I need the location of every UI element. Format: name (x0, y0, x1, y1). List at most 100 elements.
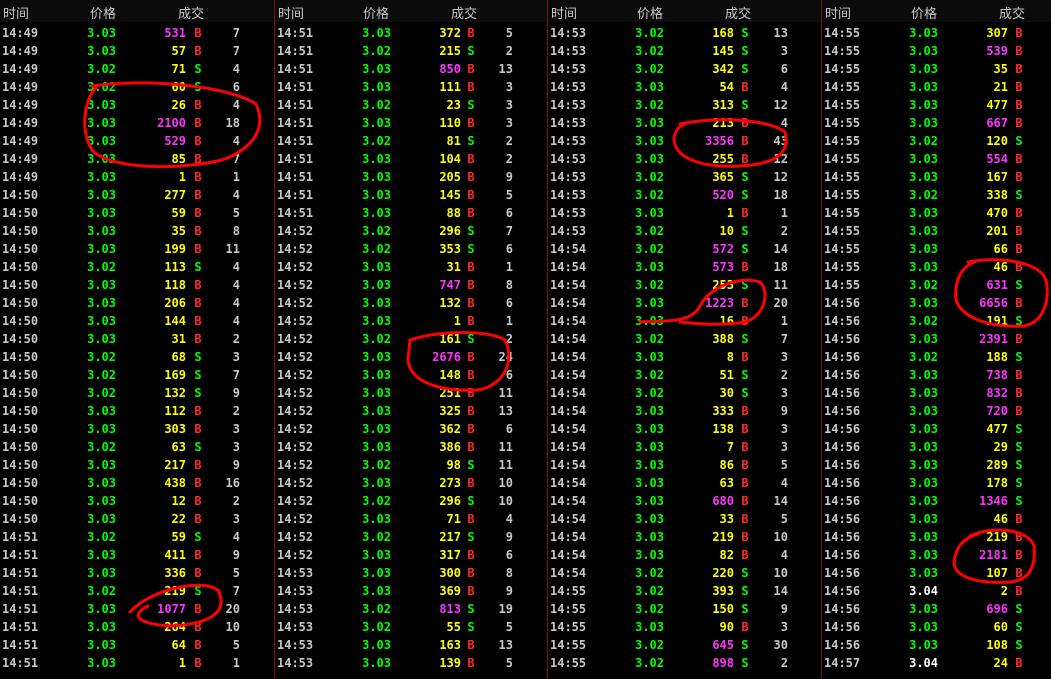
tick-row[interactable]: 14:52 3.03 71 B 4 (275, 510, 547, 528)
tick-row[interactable]: 14:52 3.03 1 B 1 (275, 312, 547, 330)
tick-row[interactable]: 14:49 3.03 2100 B 18 (0, 114, 274, 132)
tick-row[interactable]: 14:51 3.03 88 B 6 (275, 204, 547, 222)
tick-row[interactable]: 14:54 3.03 82 B 4 (548, 546, 821, 564)
tick-row[interactable]: 14:50 3.03 112 B 2 (0, 402, 274, 420)
tick-row[interactable]: 14:50 3.03 22 B 3 (0, 510, 274, 528)
tick-row[interactable]: 14:50 3.03 144 B 4 (0, 312, 274, 330)
tick-row[interactable]: 14:52 3.02 296 S 7 (275, 222, 547, 240)
tick-row[interactable]: 14:50 3.03 199 B 11 (0, 240, 274, 258)
tick-row[interactable]: 14:50 3.03 59 B 5 (0, 204, 274, 222)
tick-row[interactable]: 14:52 3.03 362 B 6 (275, 420, 547, 438)
tick-row[interactable]: 14:55 3.03 46 B 1 (822, 258, 1051, 276)
tick-row[interactable]: 14:53 3.02 520 S 18 (548, 186, 821, 204)
tick-row[interactable]: 14:56 3.03 178 S 1 (822, 474, 1051, 492)
tick-row[interactable]: 14:56 3.03 832 B 1 (822, 384, 1051, 402)
tick-row[interactable]: 14:54 3.02 388 S 7 (548, 330, 821, 348)
tick-row[interactable]: 14:54 3.03 219 B 10 (548, 528, 821, 546)
tick-row[interactable]: 14:53 3.02 145 S 3 (548, 42, 821, 60)
tick-row[interactable]: 14:49 3.03 1 B 1 (0, 168, 274, 186)
tick-row[interactable]: 14:55 3.03 307 B 1 (822, 24, 1051, 42)
tick-row[interactable]: 14:51 3.03 264 B 10 (0, 618, 274, 636)
tick-row[interactable]: 14:50 3.03 277 B 4 (0, 186, 274, 204)
tick-row[interactable]: 14:57 3.04 24 B 1 (822, 654, 1051, 672)
tick-row[interactable]: 14:53 3.02 342 S 6 (548, 60, 821, 78)
tick-row[interactable]: 14:56 3.03 60 S 1 (822, 618, 1051, 636)
tick-row[interactable]: 14:53 3.02 365 S 12 (548, 168, 821, 186)
tick-row[interactable]: 14:53 3.03 255 B 12 (548, 150, 821, 168)
tick-row[interactable]: 14:54 3.02 51 S 2 (548, 366, 821, 384)
tick-row[interactable]: 14:51 3.03 110 B 3 (275, 114, 547, 132)
tick-row[interactable]: 14:56 3.03 738 B 1 (822, 366, 1051, 384)
tick-row[interactable]: 14:52 3.03 386 B 11 (275, 438, 547, 456)
tick-row[interactable]: 14:52 3.03 31 B 1 (275, 258, 547, 276)
tick-row[interactable]: 14:55 3.03 470 B 1 (822, 204, 1051, 222)
tick-row[interactable]: 14:52 3.02 353 S 6 (275, 240, 547, 258)
tick-row[interactable]: 14:54 3.02 30 S 3 (548, 384, 821, 402)
tick-row[interactable]: 14:53 3.02 10 S 2 (548, 222, 821, 240)
tick-row[interactable]: 14:52 3.03 148 B 6 (275, 366, 547, 384)
tick-row[interactable]: 14:51 3.02 59 S 4 (0, 528, 274, 546)
tick-row[interactable]: 14:52 3.02 98 S 11 (275, 456, 547, 474)
tick-row[interactable]: 14:52 3.03 251 B 11 (275, 384, 547, 402)
tick-row[interactable]: 14:50 3.03 206 B 4 (0, 294, 274, 312)
tick-row[interactable]: 14:55 3.03 66 B 1 (822, 240, 1051, 258)
tick-row[interactable]: 14:49 3.03 529 B 4 (0, 132, 274, 150)
tick-row[interactable]: 14:54 3.03 333 B 9 (548, 402, 821, 420)
tick-row[interactable]: 14:50 3.02 68 S 3 (0, 348, 274, 366)
tick-row[interactable]: 14:56 3.03 6656 B 2 (822, 294, 1051, 312)
tick-row[interactable]: 14:55 3.03 35 B 1 (822, 60, 1051, 78)
tick-panel-1[interactable]: 时间 价格 成交 14:49 3.03 531 B 7 14:49 3.03 57 B 7 14:4… (0, 0, 275, 679)
tick-row[interactable]: 14:53 3.03 3356 B 43 (548, 132, 821, 150)
tick-row[interactable]: 14:53 3.03 54 B 4 (548, 78, 821, 96)
tick-row[interactable]: 14:53 3.02 55 S 5 (275, 618, 547, 636)
tick-row[interactable]: 14:49 3.03 26 B 4 (0, 96, 274, 114)
tick-row[interactable]: 14:54 3.03 33 B 5 (548, 510, 821, 528)
tick-row[interactable]: 14:50 3.03 118 B 4 (0, 276, 274, 294)
tick-row[interactable]: 14:56 3.03 1346 S 1 (822, 492, 1051, 510)
tick-row[interactable]: 14:49 3.02 71 S 4 (0, 60, 274, 78)
tick-row[interactable]: 14:56 3.03 29 S 1 (822, 438, 1051, 456)
tick-row[interactable]: 14:51 3.02 81 S 2 (275, 132, 547, 150)
tick-row[interactable]: 14:50 3.02 113 S 4 (0, 258, 274, 276)
tick-row[interactable]: 14:51 3.03 372 B 5 (275, 24, 547, 42)
tick-row[interactable]: 14:54 3.03 86 B 5 (548, 456, 821, 474)
tick-row[interactable]: 14:55 3.03 90 B 3 (548, 618, 821, 636)
tick-row[interactable]: 14:54 3.03 573 B 18 (548, 258, 821, 276)
tick-row[interactable]: 14:52 3.03 747 B 8 (275, 276, 547, 294)
tick-row[interactable]: 14:51 3.03 336 B 5 (0, 564, 274, 582)
tick-row[interactable]: 14:51 3.02 23 S 3 (275, 96, 547, 114)
tick-row[interactable]: 14:51 3.02 215 S 2 (275, 42, 547, 60)
tick-panel-3[interactable]: 时间 价格 成交 14:53 3.02 168 S 13 14:53 3.02 145 S 3 14… (548, 0, 822, 679)
tick-row[interactable]: 14:51 3.03 104 B 2 (275, 150, 547, 168)
tick-row[interactable]: 14:56 3.03 289 S 1 (822, 456, 1051, 474)
tick-row[interactable]: 14:49 3.03 57 B 7 (0, 42, 274, 60)
tick-row[interactable]: 14:56 3.03 477 S 1 (822, 420, 1051, 438)
tick-row[interactable]: 14:55 3.02 393 S 14 (548, 582, 821, 600)
tick-row[interactable]: 14:54 3.02 220 S 10 (548, 564, 821, 582)
tick-row[interactable]: 14:55 3.02 150 S 9 (548, 600, 821, 618)
tick-row[interactable]: 14:55 3.03 477 B 1 (822, 96, 1051, 114)
tick-row[interactable]: 14:53 3.02 313 S 12 (548, 96, 821, 114)
tick-row[interactable]: 14:51 3.03 111 B 3 (275, 78, 547, 96)
tick-row[interactable]: 14:55 3.02 645 S 30 (548, 636, 821, 654)
tick-row[interactable]: 14:52 3.02 217 S 9 (275, 528, 547, 546)
tick-row[interactable]: 14:56 3.03 107 B 1 (822, 564, 1051, 582)
tick-row[interactable]: 14:54 3.03 138 B 3 (548, 420, 821, 438)
tick-row[interactable]: 14:55 3.02 631 S 1 (822, 276, 1051, 294)
tick-row[interactable]: 14:50 3.03 35 B 8 (0, 222, 274, 240)
tick-row[interactable]: 14:55 3.03 21 B 1 (822, 78, 1051, 96)
tick-row[interactable]: 14:51 3.03 205 B 9 (275, 168, 547, 186)
tick-row[interactable]: 14:51 3.03 64 B 5 (0, 636, 274, 654)
tick-row[interactable]: 14:54 3.03 63 B 4 (548, 474, 821, 492)
tick-row[interactable]: 14:50 3.03 12 B 2 (0, 492, 274, 510)
tick-row[interactable]: 14:56 3.02 191 S 1 (822, 312, 1051, 330)
tick-row[interactable]: 14:54 3.03 1223 B 20 (548, 294, 821, 312)
tick-row[interactable]: 14:52 3.03 2676 B 24 (275, 348, 547, 366)
tick-panel-4[interactable]: 时间 价格 成交 14:553.03307B114:553.03539B114:… (822, 0, 1051, 679)
tick-row[interactable]: 14:49 3.03 531 B 7 (0, 24, 274, 42)
tick-row[interactable]: 14:56 3.03 2391 B 5 (822, 330, 1051, 348)
tick-row[interactable]: 14:51 3.03 1077 B 20 (0, 600, 274, 618)
tick-row[interactable]: 14:53 3.03 139 B 5 (275, 654, 547, 672)
tick-row[interactable]: 14:50 3.02 132 S 9 (0, 384, 274, 402)
tick-row[interactable]: 14:54 3.03 8 B 3 (548, 348, 821, 366)
